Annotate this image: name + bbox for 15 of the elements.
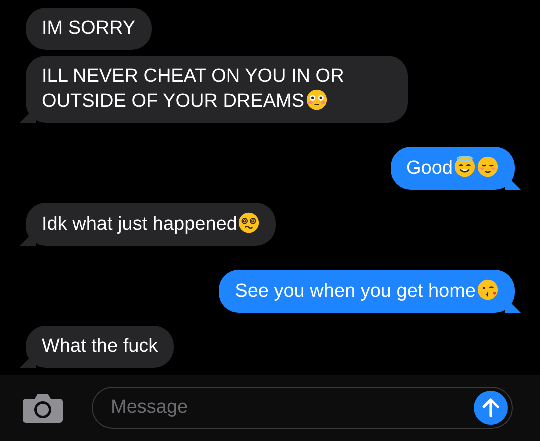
received-message-bubble: IM SORRY — [26, 8, 152, 50]
kissing-face-icon — [477, 279, 499, 301]
sent-message-bubble: Good — [390, 147, 515, 190]
dizzy-face-icon — [238, 212, 260, 234]
up-arrow-icon — [482, 398, 500, 418]
message-field[interactable]: Message — [92, 387, 513, 429]
smiling-face-icon — [477, 156, 499, 178]
received-message-bubble: Idk what just happened — [26, 203, 276, 246]
camera-icon[interactable] — [22, 392, 64, 424]
received-message-bubble: ILL NEVER CHEAT ON YOU IN OR OUTSIDE OF YOUR DREAMS — [26, 56, 408, 123]
received-message-bubble: What the fuck — [26, 326, 174, 368]
send-button[interactable] — [474, 391, 508, 425]
sent-message-bubble: See you when you get home — [219, 270, 515, 313]
smiling-face-icon — [454, 156, 476, 178]
flushed-face-icon — [306, 89, 328, 111]
